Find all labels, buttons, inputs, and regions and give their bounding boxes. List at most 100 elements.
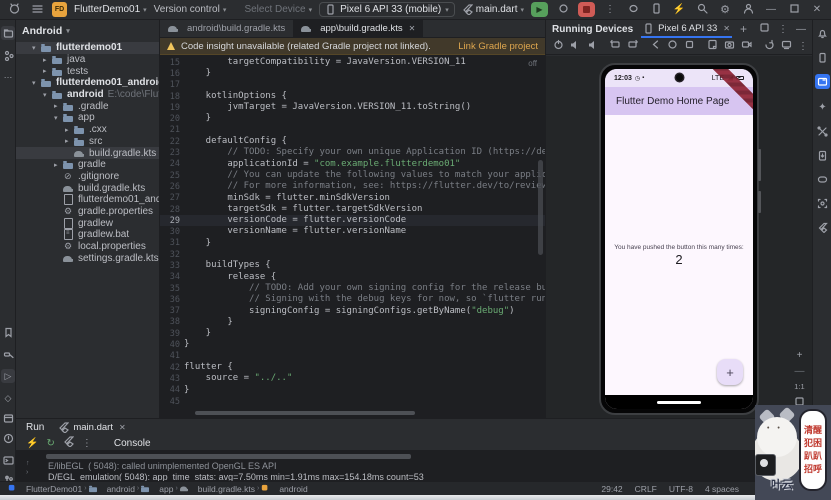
tree-item[interactable]: ▾flutterdemo01_android — [16, 77, 159, 89]
close-icon[interactable]: ✕ — [723, 24, 730, 33]
project-view-selector[interactable]: Android ▾ — [16, 20, 159, 42]
screenshot-icon[interactable] — [707, 39, 718, 53]
new-device-tab-button[interactable]: + — [740, 22, 747, 36]
tree-item[interactable]: ▸tests — [16, 65, 159, 77]
zoom-out-button[interactable]: — — [795, 366, 805, 377]
profiler-icon[interactable] — [815, 196, 830, 211]
code-line[interactable]: 15 targetCompatibility = JavaVersion.VER… — [160, 57, 545, 68]
chevron-right-icon[interactable]: ▸ — [43, 56, 52, 64]
running-devices-icon[interactable] — [815, 74, 830, 89]
tree-item[interactable]: gradlew — [16, 217, 159, 229]
chevron-right-icon[interactable]: ▸ — [54, 102, 63, 110]
code-line[interactable]: 41 — [160, 351, 545, 362]
flutter-performance-icon[interactable] — [815, 220, 830, 235]
overview-icon[interactable] — [684, 39, 695, 53]
tree-item[interactable]: settings.gradle.kts — [16, 252, 159, 264]
arrow-up-icon[interactable]: ↑ — [26, 460, 30, 467]
emulator-viewport[interactable]: 12:03 ◷ ▪ LTE Flutter Demo Home Page You… — [546, 56, 812, 418]
code-line[interactable]: 44} — [160, 385, 545, 396]
code-line[interactable]: 32 — [160, 249, 545, 260]
zoom-in-button[interactable]: + — [797, 350, 803, 361]
tree-item[interactable]: .gitignore — [16, 171, 159, 183]
code-line[interactable]: 21 — [160, 125, 545, 136]
arrow-down-icon[interactable]: › — [26, 469, 30, 476]
code-line[interactable]: 26 // For more information, see: https:/… — [160, 181, 545, 192]
breadcrumb-item[interactable]: android — [89, 483, 135, 494]
code-line[interactable]: 23 // TODO: Specify your own unique Appl… — [160, 147, 545, 158]
chevron-down-icon[interactable]: ▾ — [43, 91, 52, 99]
code-line[interactable]: 30 versionName = flutter.versionName — [160, 226, 545, 237]
tree-item[interactable]: gradlew.bat — [16, 229, 159, 241]
caret-position-widget[interactable]: 29:42 — [601, 484, 622, 494]
code-line[interactable]: 33 buildTypes { — [160, 260, 545, 271]
code-line[interactable]: 18 kotlinOptions { — [160, 91, 545, 102]
record-video-icon[interactable] — [741, 39, 752, 53]
app-quality-insights-icon[interactable] — [815, 124, 830, 139]
code-line[interactable]: 45 — [160, 396, 545, 407]
tree-item[interactable]: ▾flutterdemo01 — [16, 42, 159, 54]
vcs-widget[interactable]: Version control ▾ — [154, 4, 227, 15]
console-horizontal-scrollbar[interactable] — [46, 454, 411, 459]
code-line[interactable]: 37 signingConfig = signingConfigs.getByN… — [160, 306, 545, 317]
code-line[interactable]: 20 } — [160, 113, 545, 124]
code-line[interactable]: 25 // You can update the following value… — [160, 170, 545, 181]
tree-item[interactable]: ▸src — [16, 136, 159, 148]
tab-app-build-gradle[interactable]: app\build.gradle.kts ✕ — [293, 20, 423, 37]
more-icon[interactable]: ⋮ — [798, 41, 808, 52]
code-line[interactable]: 22 defaultConfig { — [160, 136, 545, 147]
terminal-icon[interactable] — [1, 453, 15, 467]
tree-item[interactable]: local.properties — [16, 241, 159, 253]
encoding-widget[interactable]: UTF-8 — [669, 484, 693, 494]
editor-horizontal-scrollbar[interactable] — [195, 411, 415, 415]
rotate-right-icon[interactable] — [627, 39, 638, 53]
code-line[interactable]: 35 // TODO: Add your own signing config … — [160, 283, 545, 294]
tree-item[interactable]: ▸java — [16, 54, 159, 66]
debug-icon[interactable] — [555, 3, 571, 17]
editor-vertical-scrollbar[interactable] — [538, 160, 543, 255]
minimize-button[interactable]: — — [763, 4, 779, 15]
code-line[interactable]: 31 } — [160, 238, 545, 249]
gemini-sparkle-icon[interactable]: ✦ — [815, 100, 830, 115]
build-icon[interactable] — [1, 347, 15, 361]
code-line[interactable]: 29 versionCode = flutter.versionCode — [160, 215, 545, 226]
run-tool-icon[interactable]: ▷ — [1, 369, 15, 383]
code-line[interactable]: 36 // Signing with the debug keys for no… — [160, 294, 545, 305]
tree-item[interactable]: build.gradle.kts — [16, 147, 159, 159]
code-line[interactable]: 43 source = "../.." — [160, 373, 545, 384]
run-button[interactable]: ▶ — [531, 2, 548, 17]
logcat-icon[interactable] — [815, 172, 830, 187]
more-icon[interactable]: ⋮ — [778, 24, 788, 35]
more-tool-windows-icon[interactable]: … — [1, 68, 15, 82]
link-gradle-project-link[interactable]: Link Gradle project — [458, 41, 538, 52]
notifications-bell-icon[interactable] — [815, 26, 830, 41]
close-icon[interactable]: ✕ — [119, 423, 126, 432]
hot-restart-icon[interactable]: ↻ — [46, 438, 54, 449]
fab-increment-button[interactable]: + — [717, 359, 743, 385]
zoom-level-label[interactable]: 1:1 — [794, 382, 804, 391]
chevron-right-icon[interactable]: ▸ — [65, 137, 74, 145]
close-button[interactable]: ✕ — [809, 4, 825, 15]
profile-icon[interactable] — [740, 3, 756, 17]
code-line[interactable]: 34 release { — [160, 272, 545, 283]
device-tab-pixel6[interactable]: Pixel 6 API 33 ✕ — [641, 20, 732, 38]
device-explorer-icon[interactable] — [815, 148, 830, 163]
tree-item[interactable]: ▸.gradle — [16, 100, 159, 112]
code-line[interactable]: 39 } — [160, 328, 545, 339]
snapshot-icon[interactable] — [764, 39, 775, 53]
breadcrumb-item[interactable]: FlutterDemo01 — [8, 483, 82, 494]
commit-tool-icon[interactable] — [1, 48, 15, 62]
device-dropdown[interactable]: Pixel 6 API 33 (mobile) ▾ — [319, 2, 455, 17]
more-icon[interactable]: ⋮ — [602, 4, 618, 15]
maximize-button[interactable] — [786, 3, 802, 17]
console-area[interactable]: ↑ › E/libEGL ( 5048): called unimplement… — [16, 451, 812, 481]
code-line[interactable]: 19 jvmTarget = JavaVersion.VERSION_11.to… — [160, 102, 545, 113]
tree-item[interactable]: gradle.properties — [16, 206, 159, 218]
hot-reload-icon[interactable]: ⚡ — [26, 438, 38, 449]
device-manager-icon[interactable] — [815, 50, 830, 65]
chevron-right-icon[interactable]: ▸ — [54, 161, 63, 169]
volume-down-icon[interactable] — [587, 39, 598, 53]
code-line[interactable]: 24 applicationId = "com.example.flutterd… — [160, 159, 545, 170]
volume-up-icon[interactable] — [570, 39, 581, 53]
back-icon[interactable] — [650, 39, 661, 53]
rotate-left-icon[interactable] — [610, 39, 621, 53]
